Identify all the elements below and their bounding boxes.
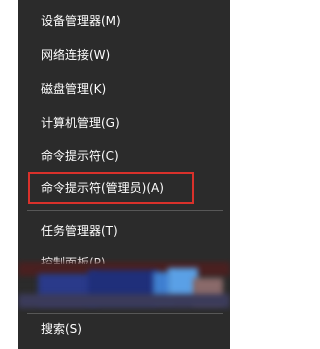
power-user-menu: 设备管理器(M) 网络连接(W) 磁盘管理(K) 计算机管理(G) 命令提示符(… — [18, 0, 230, 349]
menu-item-label: 网络连接(W) — [41, 48, 111, 62]
menu-item-label: 命令提示符(C) — [41, 149, 119, 163]
menu-item-label: 磁盘管理(K) — [41, 82, 107, 96]
menu-item-label: 命令提示符(管理员)(A) — [41, 181, 164, 195]
menu-item-command-prompt-admin[interactable]: 命令提示符(管理员)(A) — [28, 172, 194, 204]
menu-item-network-connections[interactable]: 网络连接(W) — [18, 42, 230, 68]
obscured-region — [18, 258, 230, 312]
menu-item-device-manager[interactable]: 设备管理器(M) — [18, 8, 230, 34]
menu-item-computer-management[interactable]: 计算机管理(G) — [18, 110, 230, 136]
menu-divider — [27, 210, 223, 211]
menu-item-disk-management[interactable]: 磁盘管理(K) — [18, 76, 230, 102]
menu-item-command-prompt[interactable]: 命令提示符(C) — [18, 143, 230, 169]
menu-item-search[interactable]: 搜索(S) — [18, 316, 230, 342]
menu-item-label: 搜索(S) — [41, 322, 82, 336]
menu-item-label: 任务管理器(T) — [41, 224, 118, 238]
menu-item-task-manager[interactable]: 任务管理器(T) — [18, 218, 230, 244]
menu-divider — [27, 313, 223, 314]
menu-item-label: 设备管理器(M) — [41, 14, 121, 28]
menu-item-label: 计算机管理(G) — [41, 116, 120, 130]
